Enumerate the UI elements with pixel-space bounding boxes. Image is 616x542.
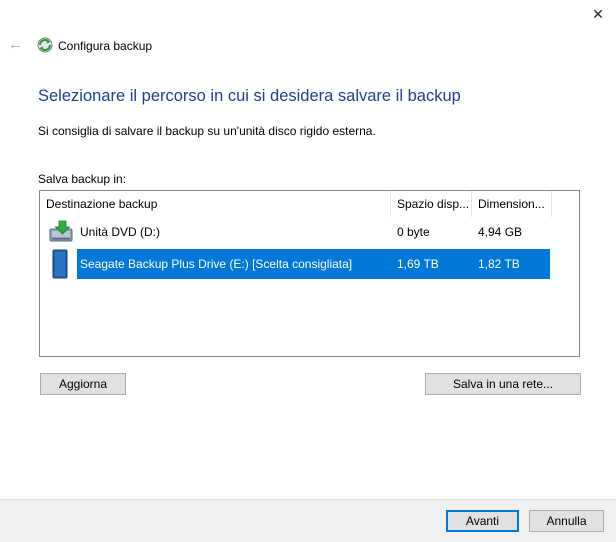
column-header-destination[interactable]: Destinazione backup: [40, 191, 390, 217]
close-icon: ✕: [592, 6, 604, 22]
destination-list[interactable]: Destinazione backup Spazio disp... Dimen…: [39, 190, 580, 357]
back-button[interactable]: ←: [8, 37, 24, 53]
column-header-size[interactable]: Dimension...: [472, 191, 551, 217]
save-on-network-button[interactable]: Salva in una rete...: [425, 373, 581, 395]
column-header-free-space[interactable]: Spazio disp...: [391, 191, 471, 217]
next-button[interactable]: Avanti: [446, 510, 519, 532]
back-arrow-icon: ←: [8, 36, 23, 53]
list-item-dvd[interactable]: Unità DVD (D:) 0 byte 4,94 GB: [40, 217, 579, 247]
column-separator[interactable]: [551, 191, 552, 217]
free-space-value: 1,69 TB: [397, 257, 439, 271]
refresh-button[interactable]: Aggiorna: [40, 373, 126, 395]
page-heading: Selezionare il percorso in cui si deside…: [38, 87, 461, 105]
window-title: Configura backup: [58, 39, 153, 53]
external-drive-icon: [50, 249, 70, 279]
size-value: 4,94 GB: [478, 225, 523, 239]
destination-name: Unità DVD (D:): [80, 225, 161, 239]
dvd-drive-icon: [48, 219, 74, 245]
instruction-text: Si consiglia di salvare il backup su un'…: [38, 124, 376, 138]
close-button[interactable]: ✕: [590, 6, 606, 22]
list-item-seagate[interactable]: Seagate Backup Plus Drive (E:) [Scelta c…: [40, 249, 579, 279]
list-label: Salva backup in:: [38, 172, 127, 186]
destination-name: Seagate Backup Plus Drive (E:) [Scelta c…: [80, 257, 353, 271]
backup-icon: [36, 36, 54, 54]
free-space-value: 0 byte: [397, 225, 430, 239]
size-value: 1,82 TB: [478, 257, 520, 271]
dialog-footer: [0, 499, 616, 542]
cancel-button[interactable]: Annulla: [529, 510, 604, 532]
